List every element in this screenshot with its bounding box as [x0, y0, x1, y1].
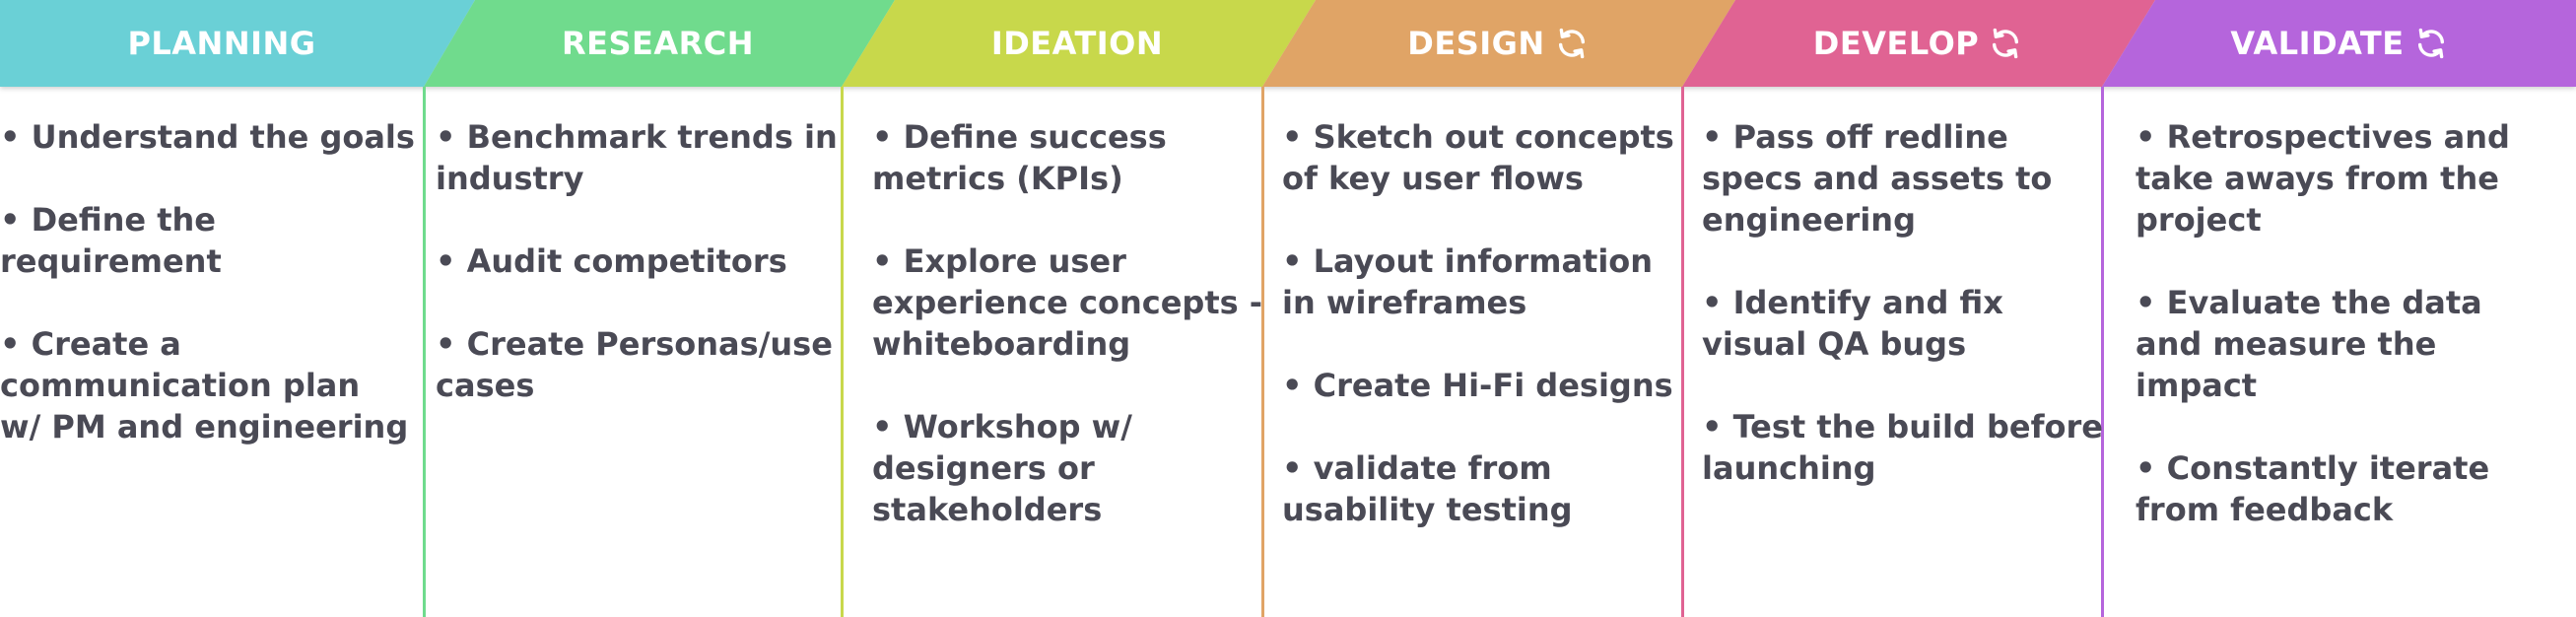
- task-line: requirement: [0, 242, 222, 280]
- task-line: • Layout information: [1282, 242, 1654, 280]
- task-line: whiteboarding: [872, 325, 1131, 363]
- task-line: • validate from: [1282, 449, 1552, 487]
- task-item: • Define success metrics (KPIs): [872, 116, 1258, 199]
- task-item: • Test the build before launching: [1702, 406, 2103, 489]
- task-line: impact: [2135, 367, 2258, 404]
- task-item: • Pass off redline specs and assets to eng…: [1702, 116, 2098, 240]
- task-line: visual QA bugs: [1702, 325, 1967, 363]
- phase-title-planning: PLANNING: [0, 0, 443, 87]
- task-line: • Understand the goals: [0, 118, 415, 156]
- task-line: metrics (KPIs): [872, 160, 1123, 197]
- phase-title-develop: DEVELOP: [1682, 0, 2153, 87]
- phase-title-design: DESIGN: [1262, 0, 1733, 87]
- task-item: • Explore user experience concepts - white…: [872, 240, 1263, 365]
- task-line: cases: [436, 367, 535, 404]
- phase-column-validate: • Retrospectives and take aways from the p…: [2135, 116, 2569, 572]
- task-line: from feedback: [2135, 491, 2394, 528]
- task-line: communication plan: [0, 367, 361, 404]
- task-item: • Identify and fix visual QA bugs: [1702, 282, 2098, 365]
- phase-column-design: • Sketch out concepts of key user flows • …: [1282, 116, 1678, 572]
- refresh-cycle-icon: [1558, 28, 1585, 59]
- task-item: • Audit competitors: [436, 240, 838, 282]
- task-line: w/ PM and engineering: [0, 408, 409, 446]
- task-line: • Constantly iterate: [2135, 449, 2490, 487]
- phase-title-research: RESEARCH: [424, 0, 892, 87]
- task-item: • Create Personas/use cases: [436, 323, 838, 406]
- phase-title-text: RESEARCH: [561, 25, 755, 62]
- task-line: • Workshop w/: [872, 408, 1132, 446]
- column-divider-validate: [2101, 87, 2104, 617]
- task-line: • Sketch out concepts: [1282, 118, 1674, 156]
- task-line: designers or: [872, 449, 1095, 487]
- task-line: • Define success: [872, 118, 1167, 156]
- phase-column-planning: • Understand the goals • Define the requir…: [0, 116, 419, 489]
- task-line: • Explore user: [872, 242, 1126, 280]
- refresh-cycle-icon: [2417, 28, 2444, 59]
- task-item: • Benchmark trends in industry: [436, 116, 838, 199]
- task-line: • Identify and fix: [1702, 284, 2003, 321]
- task-line: • Create a: [0, 325, 181, 363]
- task-line: • Create Personas/use: [436, 325, 833, 363]
- task-line: stakeholders: [872, 491, 1103, 528]
- phase-title-text: VALIDATE: [2230, 25, 2405, 62]
- column-divider-develop: [1681, 87, 1684, 617]
- task-line: • Define the: [0, 201, 216, 239]
- task-line: experience concepts -: [872, 284, 1263, 321]
- task-item: • Constantly iterate from feedback: [2135, 447, 2569, 530]
- task-line: of key user flows: [1282, 160, 1584, 197]
- phase-title-ideation: IDEATION: [842, 0, 1313, 87]
- task-item: • Define the requirement: [0, 199, 419, 282]
- phase-title-text: PLANNING: [127, 25, 316, 62]
- task-item: • Understand the goals: [0, 116, 419, 158]
- phase-title-validate: VALIDATE: [2102, 0, 2576, 87]
- task-line: specs and assets to: [1702, 160, 2053, 197]
- phase-title-text: DEVELOP: [1812, 25, 1980, 62]
- task-item: • Layout information in wireframes: [1282, 240, 1678, 323]
- task-item: • Create a communication plan w/ PM and en…: [0, 323, 419, 447]
- task-line: • Evaluate the data: [2135, 284, 2482, 321]
- task-line: take aways from the: [2135, 160, 2499, 197]
- task-line: industry: [436, 160, 584, 197]
- task-line: in wireframes: [1282, 284, 1527, 321]
- column-divider-research: [423, 87, 426, 617]
- task-item: • validate from usability testing: [1282, 447, 1678, 530]
- task-item: • Evaluate the data and measure the impact: [2135, 282, 2569, 406]
- task-line: engineering: [1702, 201, 1916, 239]
- task-line: • Test the build before: [1702, 408, 2103, 446]
- phase-column-develop: • Pass off redline specs and assets to eng…: [1702, 116, 2103, 530]
- task-line: • Audit competitors: [436, 242, 787, 280]
- task-item: • Workshop w/designers or stakeholders: [872, 406, 1258, 530]
- task-line: • Create Hi-Fi designs: [1282, 367, 1673, 404]
- task-line: • Benchmark trends in: [436, 118, 838, 156]
- task-line: • Retrospectives and: [2135, 118, 2510, 156]
- task-line: project: [2135, 201, 2262, 239]
- phase-column-ideation: • Define success metrics (KPIs) • Explore …: [872, 116, 1263, 572]
- column-divider-ideation: [841, 87, 844, 617]
- task-item: • Create Hi-Fi designs: [1282, 365, 1678, 406]
- phase-title-text: IDEATION: [990, 25, 1164, 62]
- phase-title-text: DESIGN: [1407, 25, 1545, 62]
- task-item: • Retrospectives and take aways from the p…: [2135, 116, 2569, 240]
- task-line: • Pass off redline: [1702, 118, 2008, 156]
- task-line: usability testing: [1282, 491, 1573, 528]
- task-item: • Sketch out concepts of key user flows: [1282, 116, 1678, 199]
- column-divider-design: [1261, 87, 1264, 617]
- refresh-cycle-icon: [1993, 28, 2019, 59]
- phase-column-research: • Benchmark trends in industry • Audit com…: [436, 116, 838, 447]
- task-line: launching: [1702, 449, 1876, 487]
- task-line: and measure the: [2135, 325, 2437, 363]
